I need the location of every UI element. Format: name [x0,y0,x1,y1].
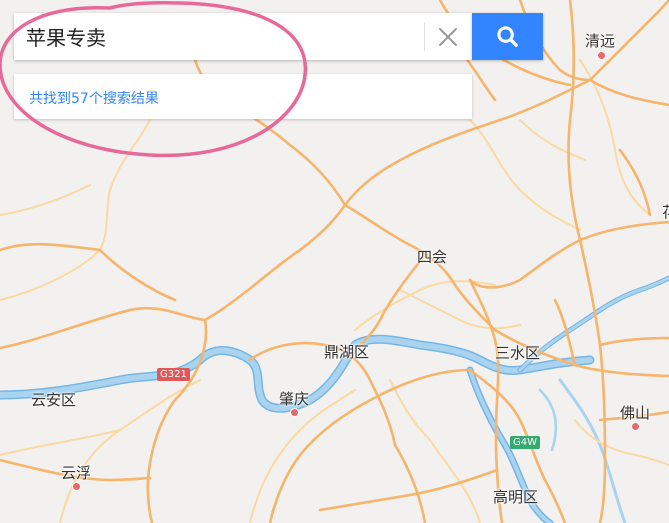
search-box [14,13,472,60]
place-label-foshan[interactable]: 佛山 [620,402,650,423]
road-shield-g4w: G4W [510,436,540,449]
search-input[interactable] [14,13,424,60]
place-label-hua-partial[interactable]: 花 [662,201,669,222]
city-dot-qingyuan[interactable] [597,51,606,60]
place-label-yunfu[interactable]: 云浮 [61,462,91,483]
city-dot-foshan[interactable] [631,422,640,431]
place-label-dinghu[interactable]: 鼎湖区 [324,341,369,362]
city-dot-zhaoqing[interactable] [290,408,299,417]
place-label-gaoming[interactable]: 高明区 [493,486,538,507]
road-shield-g321: G321 [157,368,190,381]
result-count-link[interactable]: 共找到57个搜索结果 [29,88,159,108]
place-label-qingyuan[interactable]: 清远 [585,30,615,51]
place-label-sihui[interactable]: 四会 [417,246,447,267]
place-label-yunan[interactable]: 云安区 [31,389,76,410]
search-divider [424,22,425,51]
city-dot-yunfu[interactable] [72,482,81,491]
search-button[interactable] [472,13,543,60]
clear-search-button[interactable] [434,23,462,51]
close-icon [439,28,457,46]
place-label-sanshui[interactable]: 三水区 [495,342,540,363]
search-icon [497,26,518,47]
place-label-zhaoqing[interactable]: 肇庆 [279,388,309,409]
result-panel: 共找到57个搜索结果 [14,74,472,119]
